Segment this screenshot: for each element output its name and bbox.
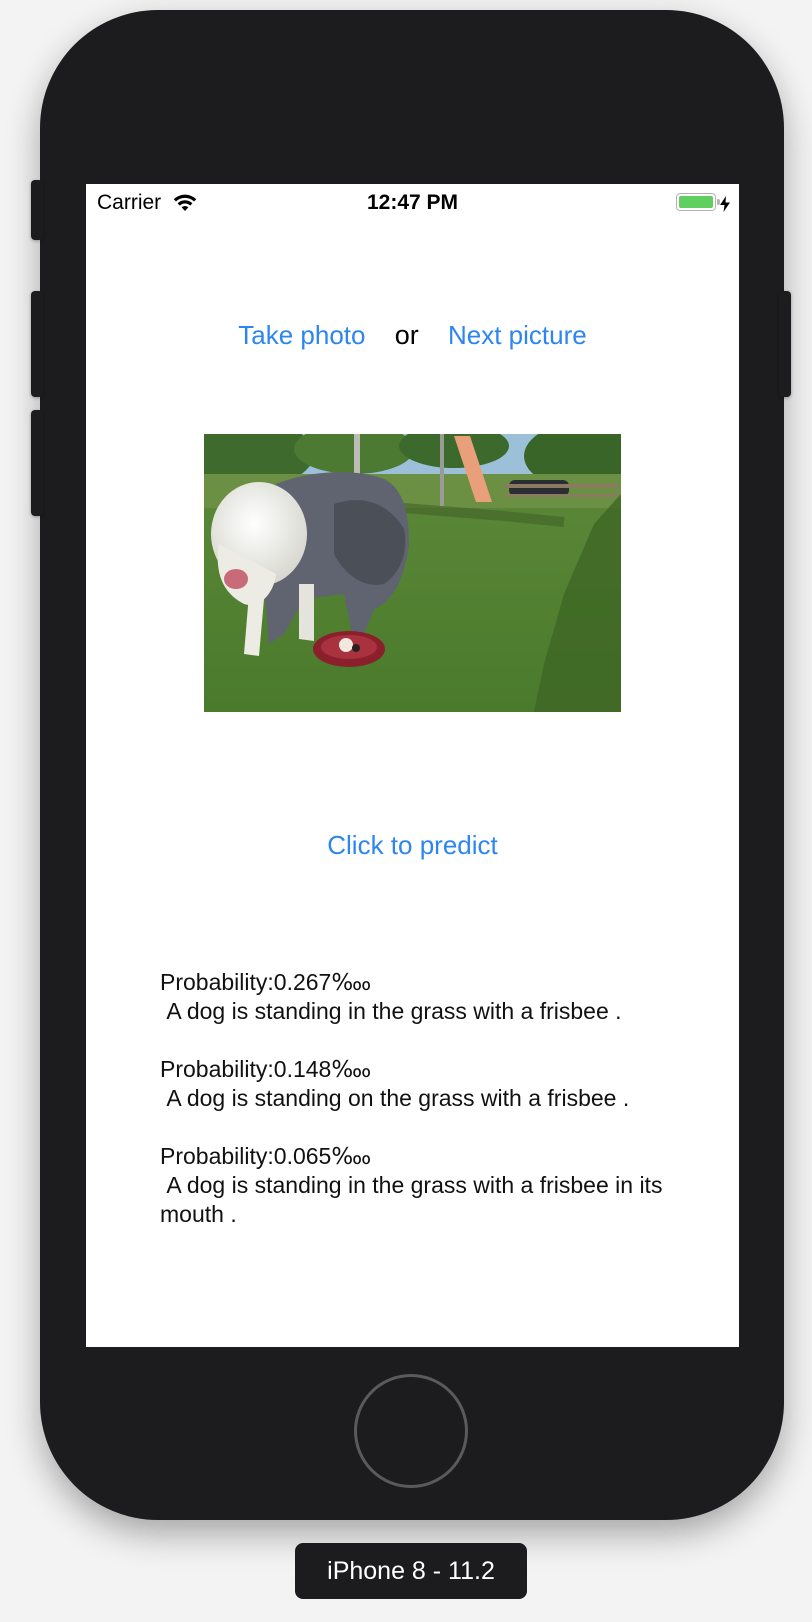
volume-down-button — [31, 410, 43, 516]
battery-icon — [676, 193, 720, 211]
volume-up-button — [31, 291, 43, 397]
home-button[interactable] — [354, 1374, 468, 1488]
take-photo-button[interactable]: Take photo — [238, 320, 365, 350]
result-item: Probability:0.148‱ A dog is standing on … — [160, 1055, 680, 1113]
result-caption: A dog is standing on the grass with a fr… — [160, 1085, 630, 1111]
charging-bolt-icon — [720, 194, 730, 212]
result-item: Probability:0.267‱ A dog is standing in … — [160, 968, 680, 1026]
prediction-results: Probability:0.267‱ A dog is standing in … — [160, 968, 680, 1258]
or-separator: or — [394, 320, 419, 350]
device-label: iPhone 8 - 11.2 — [295, 1543, 527, 1599]
power-button — [779, 291, 791, 397]
result-caption: A dog is standing in the grass with a fr… — [160, 1172, 669, 1227]
result-item: Probability:0.065‱ A dog is standing in … — [160, 1142, 680, 1229]
result-probability: Probability:0.267‱ — [160, 969, 372, 995]
dog-frisbee-photo — [204, 434, 621, 712]
next-picture-button[interactable]: Next picture — [448, 320, 587, 350]
result-probability: Probability:0.065‱ — [160, 1143, 372, 1169]
predict-button[interactable]: Click to predict — [327, 830, 498, 860]
result-caption: A dog is standing in the grass with a fr… — [160, 998, 622, 1024]
battery-fill — [679, 196, 713, 208]
result-probability: Probability:0.148‱ — [160, 1056, 372, 1082]
status-time: 12:47 PM — [366, 191, 459, 214]
mute-switch — [31, 180, 43, 240]
predict-action: Click to predict — [86, 830, 739, 861]
status-bar: Carrier 12:47 PM — [86, 184, 739, 220]
photo-source-actions: Take photo or Next picture — [86, 320, 739, 351]
battery-indicator — [676, 193, 730, 212]
app-screen: Carrier 12:47 PM Take photo or Next pict… — [86, 184, 739, 1347]
